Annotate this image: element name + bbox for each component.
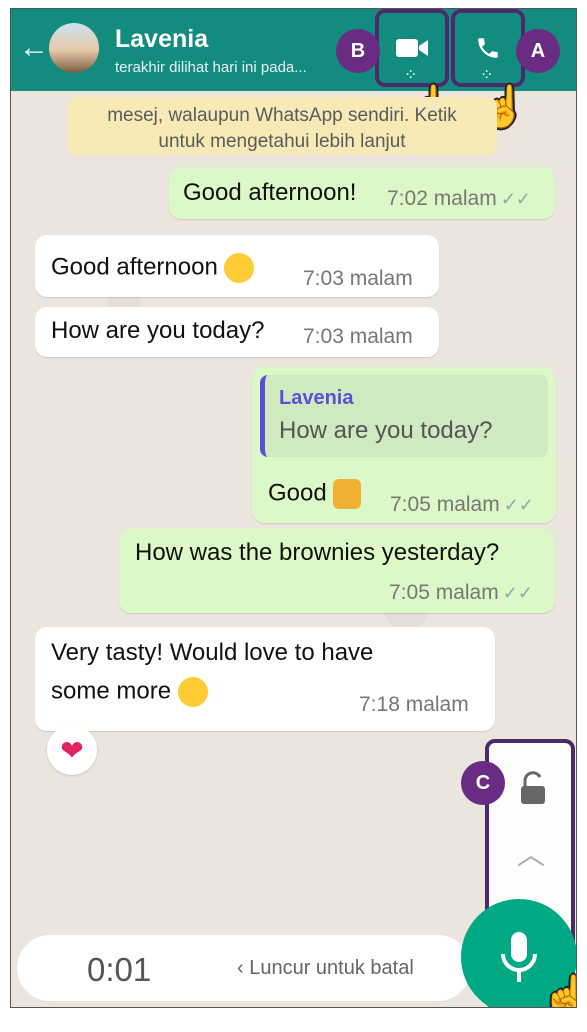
message-incoming[interactable]: Very tasty! Would love to have some more… (35, 627, 495, 731)
lock-icon[interactable] (519, 771, 547, 805)
tap-indicator-icon: ⁘ (404, 67, 418, 84)
message-text: How was the brownies yesterday? (135, 539, 500, 566)
heart-reaction-icon[interactable]: ❤ (47, 725, 97, 775)
message-outgoing[interactable]: Good afternoon! 7:02 malam ✓✓ (169, 167, 555, 219)
notice-line-2: untuk mengetahui lebih lanjut (158, 131, 406, 152)
recording-timer: 0:01 (87, 951, 152, 988)
callout-c-badge: C (461, 761, 505, 805)
callout-a-badge: A (516, 29, 560, 73)
avatar[interactable] (49, 23, 99, 73)
message-outgoing[interactable]: How was the brownies yesterday? 7:05 mal… (119, 529, 555, 613)
chevron-left-icon: ‹ (237, 957, 250, 979)
read-ticks-icon: ✓✓ (502, 583, 533, 603)
chevron-up-icon: ︿ (517, 839, 546, 870)
message-time: 7:02 malam (387, 187, 497, 210)
smiling-emoji-icon (224, 253, 255, 283)
message-time: 7:18 malam (359, 693, 469, 716)
encryption-notice[interactable]: mesej, walaupun WhatsApp sendiri. Ketik … (67, 97, 497, 155)
video-call-icon (396, 39, 428, 57)
message-time: 7:05 malam (389, 581, 499, 604)
thumbs-up-emoji-icon (333, 479, 362, 509)
reply-author: Lavenia (279, 387, 354, 409)
hand-pointer-icon: ☝ (541, 977, 576, 1007)
read-ticks-icon: ✓✓ (500, 189, 531, 209)
recording-bar: 0:01 ‹ Luncur untuk batal (17, 935, 471, 1001)
message-text-line-1: Very tasty! Would love to have (51, 639, 374, 666)
yummy-face-emoji-icon (177, 677, 208, 707)
message-text: Good afternoon! (183, 179, 357, 206)
quoted-reply[interactable]: Lavenia How are you today? (260, 375, 548, 457)
reply-text: How are you today? (279, 417, 493, 444)
read-ticks-icon: ✓✓ (503, 495, 534, 515)
message-outgoing-reply[interactable]: Lavenia How are you today? Good 7:05 mal… (252, 367, 556, 523)
chat-screen: ← Lavenia terakhir dilihat hari ini pada… (10, 8, 577, 1008)
contact-name[interactable]: Lavenia (115, 25, 208, 54)
message-incoming[interactable]: How are you today? 7:03 malam (35, 307, 439, 357)
message-text: Good (268, 479, 327, 507)
callout-b-badge: B (336, 29, 380, 73)
message-time: 7:03 malam (303, 267, 413, 290)
message-text: How are you today? (51, 317, 265, 344)
mic-icon (501, 932, 537, 982)
message-time: 7:05 malam (390, 493, 500, 516)
tap-indicator-icon: ⁘ (480, 67, 494, 84)
message-text-line-2: some more (51, 677, 172, 705)
message-text: Good afternoon (51, 253, 218, 281)
last-seen-status: terakhir dilihat hari ini pada... (115, 59, 307, 76)
back-arrow-icon[interactable]: ← (19, 33, 49, 63)
slide-to-cancel: Luncur untuk batal (249, 957, 414, 979)
message-time: 7:03 malam (303, 325, 413, 348)
voice-call-icon (478, 38, 498, 58)
message-incoming[interactable]: Good afternoon 7:03 malam (35, 235, 439, 297)
notice-line-1: mesej, walaupun WhatsApp sendiri. Ketik (107, 105, 457, 126)
